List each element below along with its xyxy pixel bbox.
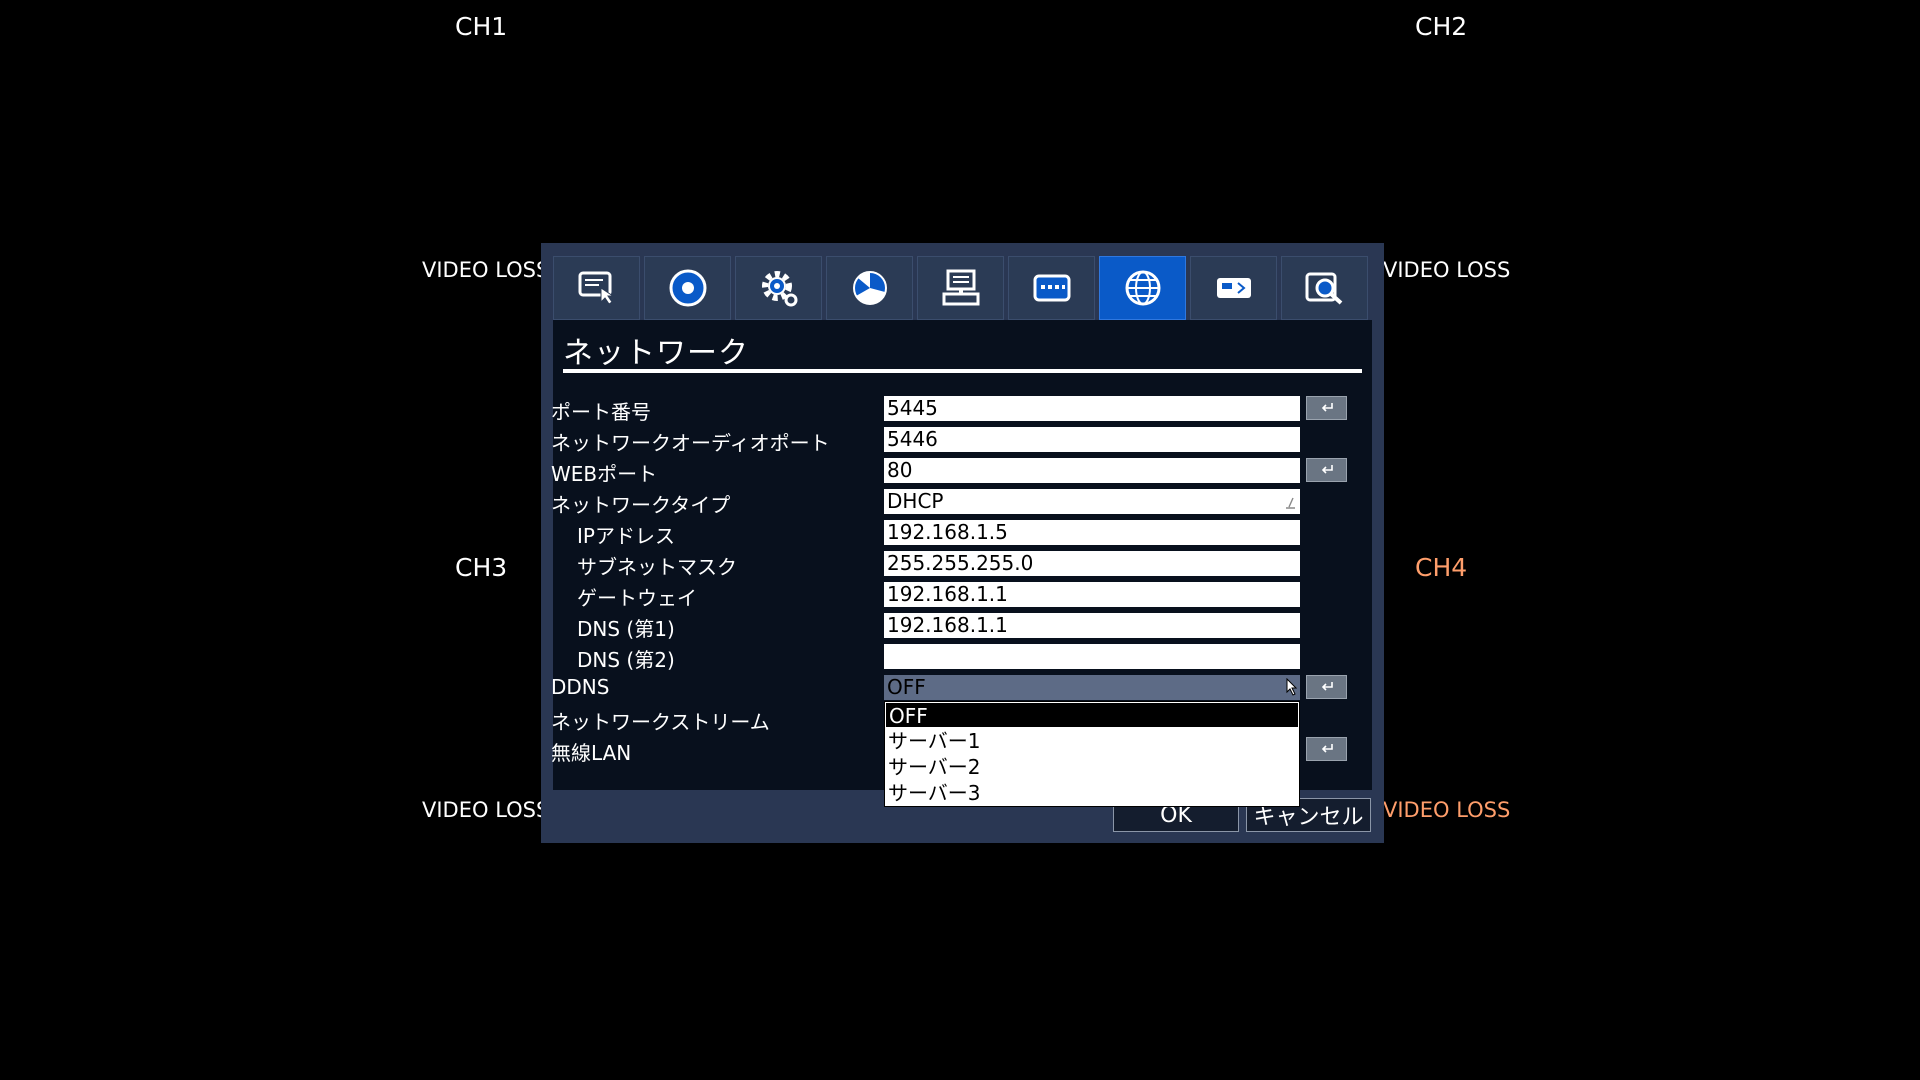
- port-apply-button[interactable]: [1306, 396, 1347, 420]
- ch4-label: CH4: [1415, 553, 1468, 582]
- web-port-apply-button[interactable]: [1306, 458, 1347, 482]
- network-stream-label: ネットワークストリーム: [551, 710, 770, 734]
- ddns-dropdown-list: OFF サーバー1 サーバー2 サーバー3: [884, 701, 1300, 807]
- network-type-value: DHCP: [887, 489, 944, 513]
- ddns-option-server3[interactable]: サーバー3: [885, 780, 1299, 806]
- ch2-video-loss: VIDEO LOSS: [1383, 258, 1511, 282]
- network-type-select[interactable]: DHCP: [884, 489, 1300, 514]
- ch2-label: CH2: [1415, 12, 1468, 41]
- wireless-lan-label: 無線LAN: [551, 741, 632, 765]
- tab-device[interactable]: [917, 256, 1004, 320]
- dns1-field[interactable]: 192.168.1.1: [884, 613, 1300, 638]
- subnet-label: サブネットマスク: [577, 555, 737, 579]
- audio-port-field[interactable]: 5446: [884, 427, 1300, 452]
- ddns-value: OFF: [887, 675, 926, 699]
- ch3-video-loss: VIDEO LOSS: [422, 798, 550, 822]
- tab-event[interactable]: [826, 256, 913, 320]
- port-field[interactable]: 5445: [884, 396, 1300, 421]
- enter-icon: [1321, 403, 1333, 412]
- tab-display[interactable]: [553, 256, 640, 320]
- page-title: ネットワーク: [563, 336, 749, 371]
- enter-icon: [1321, 682, 1333, 691]
- wireless-lan-apply-button[interactable]: [1306, 737, 1347, 761]
- port-label: ポート番号: [551, 400, 651, 424]
- audio-port-label: ネットワークオーディオポート: [551, 431, 830, 455]
- title-divider: [563, 369, 1362, 373]
- dns1-label: DNS (第1): [577, 617, 675, 641]
- gear-icon: [761, 271, 797, 307]
- tab-input[interactable]: [1008, 256, 1095, 320]
- globe-icon: [1125, 270, 1160, 306]
- ddns-label: DDNS: [551, 675, 610, 699]
- ch3-label: CH3: [455, 553, 508, 582]
- hdd-icon: [1216, 278, 1251, 298]
- tab-network[interactable]: [1099, 256, 1186, 320]
- network-settings-dialog: ネットワーク ポート番号 5445 ネットワークオーディオポート 5446 WE…: [541, 243, 1384, 843]
- computer-icon: [942, 269, 979, 306]
- settings-tab-bar: [553, 256, 1372, 320]
- search-icon: [1305, 272, 1342, 305]
- enter-icon: [1321, 465, 1333, 474]
- ddns-option-off[interactable]: OFF: [885, 702, 1299, 728]
- network-type-label: ネットワークタイプ: [551, 493, 731, 517]
- enter-icon: [1321, 744, 1333, 753]
- ip-label: IPアドレス: [577, 524, 675, 548]
- ch4-video-loss: VIDEO LOSS: [1383, 798, 1511, 822]
- ch1-video-loss: VIDEO LOSS: [422, 258, 550, 282]
- ddns-select[interactable]: OFF: [884, 675, 1300, 700]
- tab-search[interactable]: [1281, 256, 1368, 320]
- gateway-field[interactable]: 192.168.1.1: [884, 582, 1300, 607]
- gateway-label: ゲートウェイ: [577, 586, 697, 610]
- ddns-apply-button[interactable]: [1306, 675, 1347, 699]
- ddns-option-server1[interactable]: サーバー1: [885, 728, 1299, 754]
- tab-record[interactable]: [644, 256, 731, 320]
- ch1-label: CH1: [455, 12, 508, 41]
- mouse-cursor-icon: [1286, 678, 1298, 696]
- select-corner-icon: [1286, 497, 1295, 509]
- ddns-option-server2[interactable]: サーバー2: [885, 754, 1299, 780]
- ip-field[interactable]: 192.168.1.5: [884, 520, 1300, 545]
- web-port-label: WEBポート: [551, 462, 658, 486]
- dns2-field[interactable]: [884, 644, 1300, 669]
- monitor-touch-icon: [578, 271, 615, 305]
- web-port-field[interactable]: 80: [884, 458, 1300, 483]
- record-icon: [669, 269, 706, 307]
- subnet-field[interactable]: 255.255.255.0: [884, 551, 1300, 576]
- pie-chart-icon: [852, 271, 887, 305]
- keyboard-icon: [1033, 274, 1070, 302]
- tab-storage[interactable]: [1190, 256, 1277, 320]
- dns2-label: DNS (第2): [577, 648, 675, 672]
- tab-system[interactable]: [735, 256, 822, 320]
